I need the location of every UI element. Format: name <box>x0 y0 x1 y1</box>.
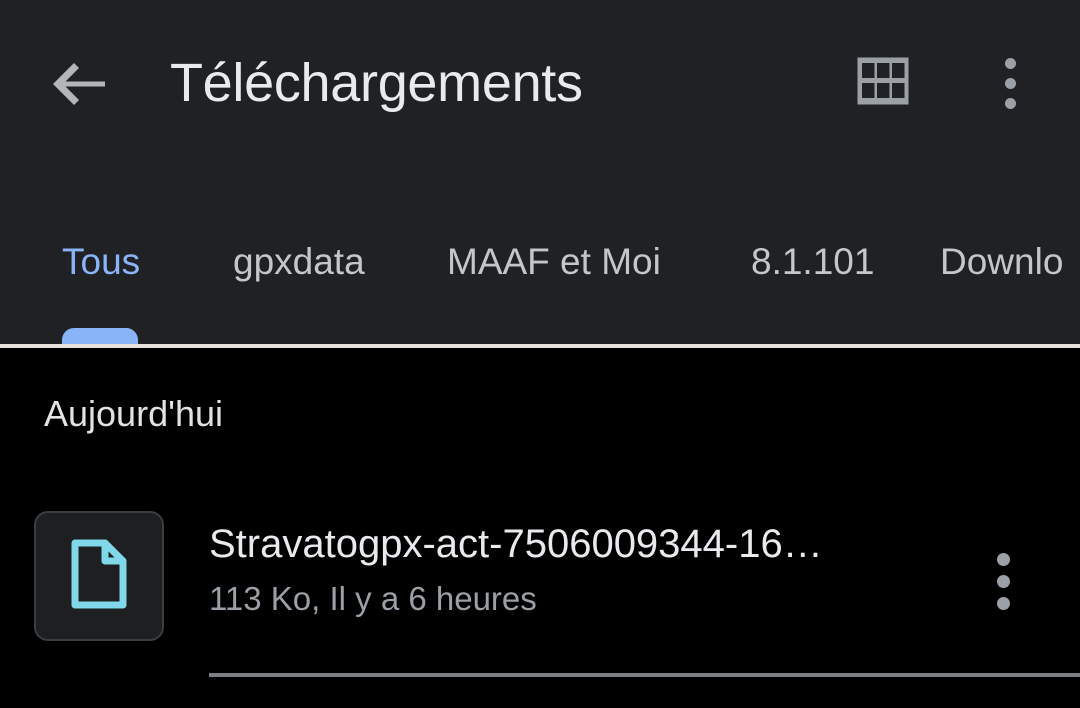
tab-label: gpxdata <box>233 241 365 282</box>
file-text-block: Stravatogpx-act-7506009344-16… 113 Ko, I… <box>209 516 949 621</box>
file-thumbnail <box>34 511 164 641</box>
back-button[interactable] <box>44 50 112 118</box>
downloads-screen: Téléchargements Tous gpxdata MAAF et Moi… <box>0 0 1080 708</box>
grid-view-icon <box>856 56 910 111</box>
downloads-list: Aujourd'hui Stravatogpx-act-7506009344-1… <box>0 348 1080 708</box>
tab-label: MAAF et Moi <box>447 241 661 282</box>
tab-label: Tous <box>62 241 141 282</box>
file-document-icon <box>70 539 128 614</box>
more-vert-icon <box>996 552 1010 610</box>
tab-active-indicator <box>62 328 138 344</box>
grid-view-button[interactable] <box>848 48 918 118</box>
arrow-back-icon <box>49 61 107 107</box>
row-overflow-menu-button[interactable] <box>968 541 1038 621</box>
overflow-menu-button[interactable] <box>975 48 1045 118</box>
page-title: Téléchargements <box>170 53 583 113</box>
file-name: Stravatogpx-act-7506009344-16… <box>209 522 823 566</box>
section-header-today: Aujourd'hui <box>44 393 223 434</box>
tab-label: Downlo <box>940 241 1064 282</box>
app-header: Téléchargements Tous gpxdata MAAF et Moi… <box>0 0 1080 344</box>
more-vert-icon <box>1004 57 1016 109</box>
filter-tabs[interactable]: Tous gpxdata MAAF et Moi 8.1.101 Downlo <box>0 222 1080 344</box>
file-meta: 113 Ko, Il y a 6 heures <box>209 580 537 617</box>
table-row[interactable]: Stravatogpx-act-7506009344-16… 113 Ko, I… <box>0 498 1080 674</box>
tab-label: 8.1.101 <box>751 241 875 282</box>
list-divider <box>209 673 1080 677</box>
